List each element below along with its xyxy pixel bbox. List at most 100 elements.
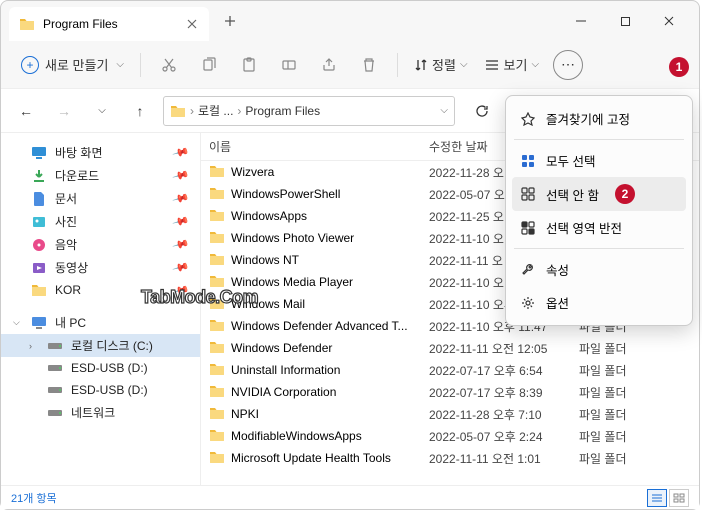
context-menu: 즐겨찾기에 고정 모두 선택 선택 안 함 2 선택 영역 반전 속성 옵션 xyxy=(505,95,693,326)
file-row[interactable]: NVIDIA Corporation2022-07-17 오후 8:39파일 폴… xyxy=(201,381,699,403)
pin-icon: 📌 xyxy=(172,281,190,299)
chevron-down-icon: ⌵ xyxy=(460,59,468,70)
icons-view-toggle[interactable] xyxy=(669,489,689,507)
cut-button[interactable] xyxy=(151,47,187,83)
toolbar: + 새로 만들기 ⌵ 정렬 ⌵ 보기 ⌵ ⋯ xyxy=(1,41,699,89)
folder-icon xyxy=(209,384,225,401)
sidebar-item[interactable]: 동영상📌 xyxy=(1,256,200,279)
new-label: 새로 만들기 xyxy=(45,55,108,74)
details-view-toggle[interactable] xyxy=(647,489,667,507)
back-button[interactable]: ← xyxy=(11,96,41,126)
folder-icon xyxy=(209,296,225,313)
new-tab-button[interactable] xyxy=(215,6,245,36)
new-button[interactable]: + 새로 만들기 ⌵ xyxy=(15,51,130,78)
sidebar-item-drive[interactable]: ESD-USB (D:) xyxy=(1,379,200,401)
drive-icon xyxy=(47,360,63,376)
paste-button[interactable] xyxy=(231,47,267,83)
chevron-down-icon[interactable]: ⌵ xyxy=(440,105,448,116)
folder-icon xyxy=(31,282,47,298)
address-bar[interactable]: › 로컬 ... › Program Files ⌵ xyxy=(163,96,455,126)
sidebar-item[interactable]: KOR📌 xyxy=(1,279,200,301)
folder-icon xyxy=(209,164,225,181)
video-icon xyxy=(31,260,47,276)
folder-icon xyxy=(209,362,225,379)
forward-button[interactable]: → xyxy=(49,96,79,126)
download-icon xyxy=(31,168,47,184)
document-icon xyxy=(31,191,47,207)
list-icon xyxy=(484,58,500,72)
pc-icon xyxy=(31,315,47,331)
delete-button[interactable] xyxy=(351,47,387,83)
wrench-icon xyxy=(520,262,536,278)
folder-icon xyxy=(209,428,225,445)
select-none-icon xyxy=(520,186,536,202)
file-row[interactable]: NPKI2022-11-28 오후 7:10파일 폴더 xyxy=(201,403,699,425)
close-icon[interactable] xyxy=(185,17,199,31)
folder-icon xyxy=(209,208,225,225)
copy-button[interactable] xyxy=(191,47,227,83)
select-none[interactable]: 선택 안 함 2 xyxy=(512,177,686,211)
invert-selection[interactable]: 선택 영역 반전 xyxy=(512,211,686,244)
sidebar-item-drive[interactable]: 네트워크 xyxy=(1,401,200,424)
view-button[interactable]: 보기 ⌵ xyxy=(478,51,546,78)
pin-icon xyxy=(520,111,536,127)
file-row[interactable]: Uninstall Information2022-07-17 오후 6:54파… xyxy=(201,359,699,381)
folder-icon xyxy=(209,274,225,291)
share-button[interactable] xyxy=(311,47,347,83)
annotation-badge-2: 2 xyxy=(615,184,635,204)
window-controls xyxy=(559,5,691,37)
close-button[interactable] xyxy=(647,5,691,37)
sidebar-item[interactable]: 음악📌 xyxy=(1,233,200,256)
folder-icon xyxy=(209,252,225,269)
folder-icon xyxy=(209,450,225,467)
breadcrumb[interactable]: Program Files xyxy=(245,104,320,118)
folder-icon xyxy=(209,230,225,247)
file-row[interactable]: ModifiableWindowsApps2022-05-07 오후 2:24파… xyxy=(201,425,699,447)
pin-icon: 📌 xyxy=(172,212,190,230)
pin-icon: 📌 xyxy=(172,166,190,184)
folder-icon xyxy=(170,103,186,119)
chevron-down-icon: ⌵ xyxy=(531,59,539,70)
column-name[interactable]: 이름 xyxy=(209,138,429,155)
refresh-button[interactable] xyxy=(467,96,497,126)
folder-icon xyxy=(209,186,225,203)
item-count: 21개 항목 xyxy=(11,490,57,506)
pictures-icon xyxy=(31,214,47,230)
rename-button[interactable] xyxy=(271,47,307,83)
up-button[interactable]: ↑ xyxy=(125,96,155,126)
file-row[interactable]: Microsoft Update Health Tools2022-11-11 … xyxy=(201,447,699,469)
drive-icon xyxy=(47,338,63,354)
properties[interactable]: 속성 xyxy=(512,253,686,286)
sidebar-item[interactable]: 사진📌 xyxy=(1,210,200,233)
select-all[interactable]: 모두 선택 xyxy=(512,144,686,177)
tab[interactable]: Program Files xyxy=(9,7,209,41)
invert-icon xyxy=(520,220,536,236)
sidebar-item[interactable]: 다운로드📌 xyxy=(1,164,200,187)
drive-icon xyxy=(47,405,63,421)
folder-icon xyxy=(209,406,225,423)
pin-to-favorites[interactable]: 즐겨찾기에 고정 xyxy=(512,102,686,135)
options[interactable]: 옵션 xyxy=(512,286,686,319)
file-row[interactable]: Windows Defender2022-11-11 오전 12:05파일 폴더 xyxy=(201,337,699,359)
chevron-down-icon[interactable]: ⌵ xyxy=(87,96,117,126)
sidebar-item-drive[interactable]: ›로컬 디스크 (C:) xyxy=(1,334,200,357)
sidebar-item-pc[interactable]: ⌵내 PC xyxy=(1,311,200,334)
sidebar: 바탕 화면📌다운로드📌문서📌사진📌음악📌동영상📌KOR📌 ⌵내 PC›로컬 디스크… xyxy=(1,133,201,485)
tab-title: Program Files xyxy=(43,17,177,31)
desktop-icon xyxy=(31,145,47,161)
sidebar-item[interactable]: 바탕 화면📌 xyxy=(1,141,200,164)
more-button[interactable]: ⋯ xyxy=(553,50,583,80)
sort-button[interactable]: 정렬 ⌵ xyxy=(408,51,474,78)
plus-icon: + xyxy=(21,56,39,74)
titlebar: Program Files xyxy=(1,1,699,41)
music-icon xyxy=(31,237,47,253)
breadcrumb[interactable]: 로컬 ... xyxy=(198,102,233,119)
folder-icon xyxy=(209,318,225,335)
sidebar-item-drive[interactable]: ESD-USB (D:) xyxy=(1,357,200,379)
sidebar-item[interactable]: 문서📌 xyxy=(1,187,200,210)
pin-icon: 📌 xyxy=(172,235,190,253)
maximize-button[interactable] xyxy=(603,5,647,37)
minimize-button[interactable] xyxy=(559,5,603,37)
annotation-badge-1: 1 xyxy=(669,57,689,77)
sort-icon xyxy=(414,58,428,72)
